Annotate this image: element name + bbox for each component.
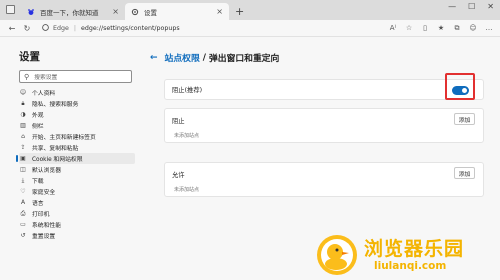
sidebar-item-label: 打印机 — [32, 212, 50, 218]
block-list-empty: 未添加站点 — [174, 133, 200, 139]
close-tab-icon[interactable]: × — [216, 7, 223, 16]
sidebar-item-share[interactable]: ⇪ 共享、复制和粘贴 — [19, 142, 135, 153]
home-icon: ⌂ — [21, 133, 25, 140]
block-popups-setting: 阻止(推荐) — [164, 79, 484, 100]
toolbar: A⁾ ☆ ▯ ★ ⧉ ☺ … — [388, 23, 494, 33]
sidebar-item-label: 个人资料 — [32, 91, 56, 97]
sidebar-item-label: 重置设置 — [32, 234, 56, 240]
system-icon: ▭ — [20, 221, 26, 228]
sidebar-item-printers[interactable]: ⎙ 打印机 — [19, 208, 135, 219]
url-separator: | — [73, 24, 76, 32]
sidebar-title: 设置 — [19, 51, 40, 63]
sidebar-item-profile[interactable]: ☺ 个人资料 — [19, 87, 135, 98]
block-setting-label: 阻止(推荐) — [172, 87, 203, 94]
sidebar-item-downloads[interactable]: ⤓ 下载 — [19, 175, 135, 186]
sidebar-item-system[interactable]: ▭ 系统和性能 — [19, 219, 135, 230]
sidebar-item-label: 下载 — [32, 179, 44, 185]
block-list-title: 阻止 — [172, 118, 185, 125]
lock-icon: 🔒︎ — [21, 99, 25, 107]
duck-logo-icon — [317, 235, 357, 275]
sidebar-nav: ☺ 个人资料 🔒︎ 隐私、搜索和服务 ◑ 外观 ▥ 侧栏 ⌂ 开始、主页和新建标签页 ⇪ 共… — [16, 87, 140, 241]
sidebar-item-label: 隐私、搜索和服务 — [32, 102, 79, 108]
search-input[interactable]: ⚲ 搜索设置 — [19, 70, 132, 83]
new-tab-icon[interactable]: + — [235, 3, 244, 20]
tab-baidu[interactable]: 百度一下，你就知道 × — [21, 3, 125, 20]
tab-label: 百度一下，你就知道 — [40, 8, 99, 17]
reset-icon: ↺ — [20, 232, 26, 239]
search-icon: ⚲ — [24, 72, 30, 81]
watermark: 浏览器乐园 liulanqi.com — [312, 232, 500, 280]
search-placeholder: 搜索设置 — [34, 75, 58, 81]
sidebar-item-appearance[interactable]: ◑ 外观 — [19, 109, 135, 120]
refresh-icon[interactable]: ↻ — [21, 22, 33, 34]
sidebar-item-label: 共享、复制和粘贴 — [32, 146, 79, 152]
language-icon: A — [20, 199, 26, 206]
sidebar-item-label: 外观 — [32, 113, 44, 119]
allow-list-title: 允许 — [172, 172, 185, 179]
split-screen-icon[interactable]: ▯ — [420, 23, 430, 33]
sidebar-icon: ▥ — [20, 122, 26, 129]
gear-icon — [131, 8, 139, 16]
sidebar-item-family[interactable]: ♡ 家庭安全 — [19, 186, 135, 197]
favorites-icon[interactable]: ★ — [436, 23, 446, 33]
sidebar-item-sidebar[interactable]: ▥ 侧栏 — [19, 120, 135, 131]
watermark-text-cn: 浏览器乐园 — [364, 238, 465, 260]
sidebar-item-privacy[interactable]: 🔒︎ 隐私、搜索和服务 — [19, 98, 135, 109]
sidebar-item-languages[interactable]: A 语言 — [19, 197, 135, 208]
close-tab-icon[interactable]: × — [112, 7, 119, 16]
profile-icon: ☺ — [19, 89, 27, 96]
tab-label: 设置 — [144, 8, 157, 17]
profile-icon[interactable]: ☺ — [468, 23, 478, 33]
url-field[interactable]: Edge | edge://settings/content/popups — [42, 23, 180, 33]
site-permissions-icon: ▣ — [20, 155, 26, 162]
back-arrow-icon[interactable]: ← — [150, 53, 158, 63]
collections-icon[interactable]: ⧉ — [452, 23, 462, 33]
add-block-button[interactable]: 添加 — [454, 113, 475, 125]
baidu-icon — [27, 8, 35, 16]
allow-list-card: 允许 添加 未添加站点 — [164, 162, 484, 197]
sidebar-item-default-browser[interactable]: ◫ 默认浏览器 — [19, 164, 135, 175]
edge-icon — [42, 23, 49, 33]
allow-list-empty: 未添加站点 — [174, 187, 200, 193]
sidebar-item-start-home[interactable]: ⌂ 开始、主页和新建标签页 — [19, 131, 135, 142]
sidebar-item-label: 语言 — [32, 201, 44, 207]
block-list-card: 阻止 添加 未添加站点 — [164, 108, 484, 143]
browser-icon: ◫ — [20, 166, 26, 173]
settings-sidebar: 设置 ⚲ 搜索设置 ☺ 个人资料 🔒︎ 隐私、搜索和服务 ◑ 外观 ▥ 侧栏 ⌂ 开始、主… — [0, 37, 140, 280]
tab-settings[interactable]: 设置 × — [125, 3, 229, 20]
sidebar-item-cookies[interactable]: ▣ Cookie 和网站权限 — [16, 153, 135, 164]
sidebar-item-label: 默认浏览器 — [32, 168, 61, 174]
sidebar-item-label: 开始、主页和新建标签页 — [32, 135, 96, 141]
breadcrumb-parent-link[interactable]: 站点权限 — [165, 51, 200, 64]
sidebar-item-label: Cookie 和网站权限 — [32, 157, 83, 163]
sidebar-item-label: 家庭安全 — [32, 190, 56, 196]
download-icon: ⤓ — [21, 176, 25, 184]
appearance-icon: ◑ — [20, 111, 26, 118]
url-text: edge://settings/content/popups — [80, 24, 180, 32]
window-controls: — ☐ ✕ — [448, 2, 494, 11]
printer-icon: ⎙ — [20, 209, 26, 217]
page-title: 弹出窗口和重定向 — [208, 54, 280, 64]
sidebar-item-reset[interactable]: ↺ 重置设置 — [19, 230, 135, 241]
tab-strip: 百度一下，你就知道 × 设置 × + — ☐ ✕ — [0, 0, 500, 20]
address-bar: ← ↻ Edge | edge://settings/content/popup… — [0, 20, 500, 37]
breadcrumb-separator: / — [202, 52, 206, 63]
breadcrumb: ← 站点权限 / 弹出窗口和重定向 — [150, 51, 280, 65]
sidebar-item-label: 侧栏 — [32, 124, 44, 130]
browser-label: Edge — [53, 24, 69, 32]
more-icon[interactable]: … — [484, 23, 494, 33]
add-allow-button[interactable]: 添加 — [454, 167, 475, 179]
window-menu-icon[interactable] — [6, 5, 15, 14]
family-icon: ♡ — [20, 188, 26, 195]
read-aloud-icon[interactable]: A⁾ — [388, 23, 398, 33]
sidebar-item-label: 系统和性能 — [32, 223, 61, 229]
share-icon: ⇪ — [20, 144, 26, 151]
back-icon[interactable]: ← — [6, 22, 18, 34]
watermark-text-en: liulanqi.com — [374, 260, 447, 272]
minimize-icon[interactable]: — — [448, 2, 456, 11]
favorite-icon[interactable]: ☆ — [404, 23, 414, 33]
maximize-icon[interactable]: ☐ — [468, 2, 475, 11]
toggle-highlight-box — [445, 73, 475, 100]
close-window-icon[interactable]: ✕ — [487, 2, 494, 11]
